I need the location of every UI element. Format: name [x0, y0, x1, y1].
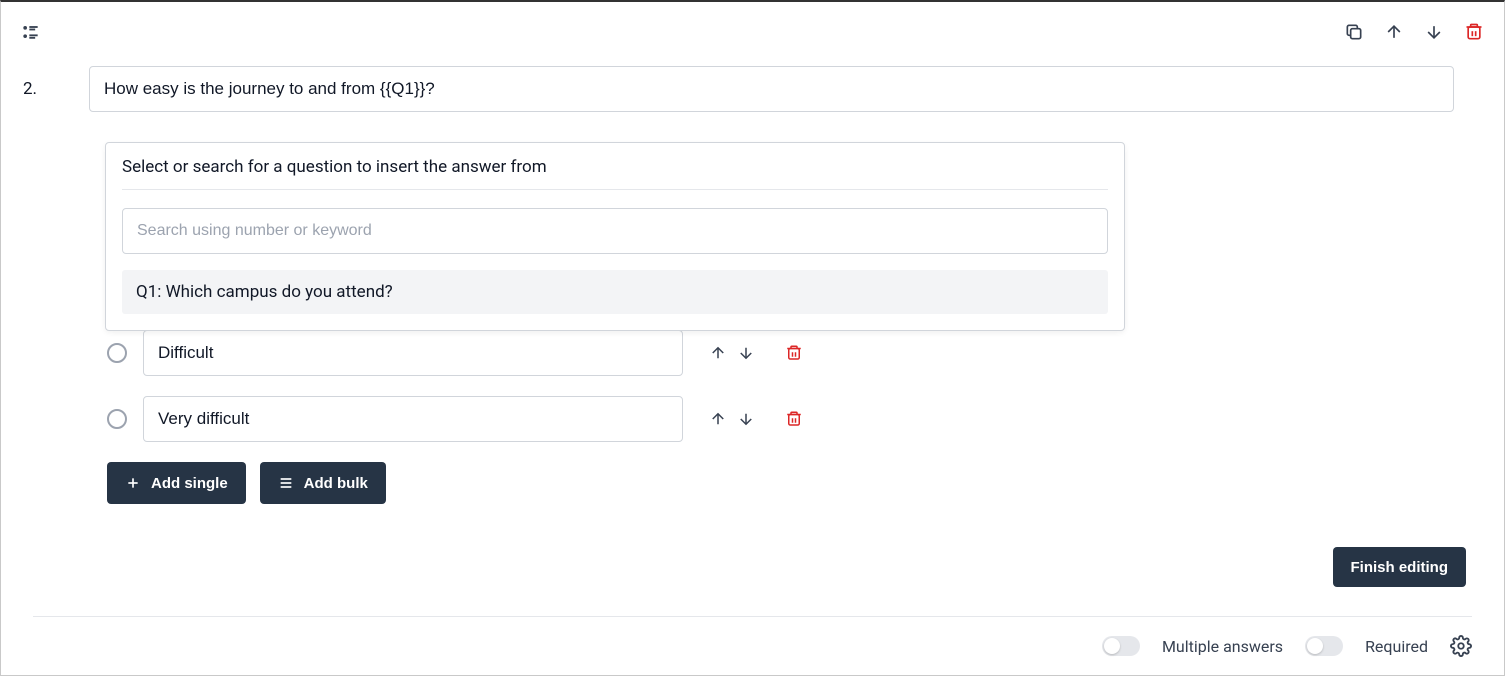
radio-icon — [107, 409, 127, 429]
move-option-up-button[interactable] — [707, 408, 729, 430]
add-single-label: Add single — [151, 475, 228, 492]
delete-question-button[interactable] — [1462, 20, 1486, 44]
dropdown-title: Select or search for a question to inser… — [122, 157, 1108, 190]
option-row — [107, 396, 867, 442]
insert-answer-dropdown: Select or search for a question to inser… — [105, 142, 1125, 331]
multiple-answers-label: Multiple answers — [1162, 637, 1283, 656]
move-question-up-button[interactable] — [1382, 20, 1406, 44]
move-question-down-button[interactable] — [1422, 20, 1446, 44]
question-number: 2. — [19, 79, 89, 99]
required-label: Required — [1365, 637, 1428, 656]
option-input[interactable] — [143, 396, 683, 442]
move-option-up-button[interactable] — [707, 342, 729, 364]
finish-editing-button[interactable]: Finish editing — [1333, 547, 1467, 587]
dropdown-search-input[interactable] — [122, 208, 1108, 254]
add-bulk-button[interactable]: Add bulk — [260, 462, 386, 504]
multiple-answers-toggle[interactable] — [1102, 636, 1140, 656]
move-option-down-button[interactable] — [735, 342, 757, 364]
add-bulk-label: Add bulk — [304, 475, 368, 492]
move-option-down-button[interactable] — [735, 408, 757, 430]
add-single-button[interactable]: Add single — [107, 462, 246, 504]
duplicate-button[interactable] — [1342, 20, 1366, 44]
question-text-input[interactable] — [89, 66, 1454, 112]
question-footer: Multiple answers Required — [33, 616, 1472, 657]
settings-gear-icon[interactable] — [1450, 635, 1472, 657]
question-type-icon[interactable] — [19, 20, 43, 44]
required-toggle[interactable] — [1305, 636, 1343, 656]
delete-option-button[interactable] — [783, 342, 805, 364]
delete-option-button[interactable] — [783, 408, 805, 430]
radio-icon — [107, 343, 127, 363]
dropdown-result-item[interactable]: Q1: Which campus do you attend? — [122, 270, 1108, 314]
option-row — [107, 330, 867, 376]
option-input[interactable] — [143, 330, 683, 376]
